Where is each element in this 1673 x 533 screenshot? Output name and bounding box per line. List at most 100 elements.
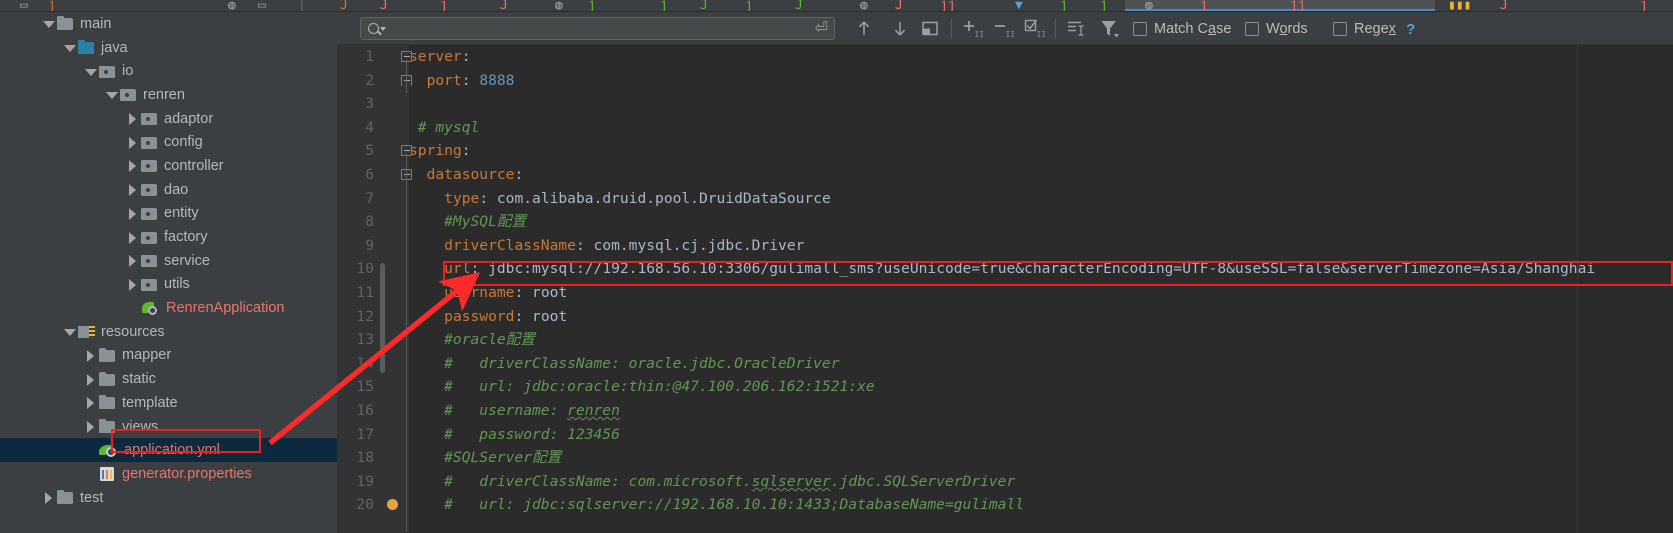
- next-occurrence-button[interactable]: [889, 18, 911, 39]
- code-token: password: [444, 307, 515, 325]
- code-line[interactable]: datasource:: [337, 163, 1673, 187]
- code-line[interactable]: # mysql: [337, 116, 1673, 140]
- regex-checkbox[interactable]: Regex: [1333, 21, 1396, 37]
- code-token: :: [575, 236, 594, 254]
- code-line[interactable]: # username: renren: [337, 399, 1673, 423]
- tree-item-mapper[interactable]: mapper: [0, 344, 337, 368]
- chevron-right-icon[interactable]: [126, 231, 139, 244]
- tree-item-config[interactable]: config: [0, 130, 337, 154]
- code-token: :: [461, 142, 471, 160]
- tree-item-controller[interactable]: controller: [0, 154, 337, 178]
- tree-item-label: controller: [164, 157, 224, 174]
- code-line[interactable]: # driverClassName: com.microsoft.sqlserv…: [337, 470, 1673, 494]
- tree-item-java[interactable]: java: [0, 36, 337, 60]
- tree-item-template[interactable]: template: [0, 391, 337, 415]
- code-token: url: [444, 260, 471, 278]
- chevron-right-icon[interactable]: [126, 254, 139, 268]
- code-line[interactable]: type: com.alibaba.druid.pool.DruidDataSo…: [337, 187, 1673, 211]
- tree-item-factory[interactable]: factory: [0, 225, 337, 249]
- tab-fragment: J: [895, 0, 903, 11]
- code-line[interactable]: [337, 92, 1673, 116]
- folder-icon: [57, 16, 74, 31]
- code-line[interactable]: port: 8888: [337, 69, 1673, 93]
- code-token: # url: jdbc:sqlserver://192.168.10.10:14…: [409, 496, 1025, 514]
- chevron-down-icon[interactable]: [42, 17, 55, 30]
- chevron-right-icon[interactable]: [84, 420, 97, 434]
- chevron-down-icon[interactable]: [84, 65, 97, 78]
- code-line[interactable]: password: root: [337, 305, 1673, 329]
- tree-item-views[interactable]: views: [0, 415, 337, 439]
- code-token: :: [514, 307, 533, 325]
- code-line[interactable]: #oracle配置: [337, 328, 1673, 352]
- tree-item-io[interactable]: io: [0, 59, 337, 83]
- toolbar-separator: [951, 19, 952, 38]
- tree-item-utils[interactable]: utils: [0, 273, 337, 297]
- code-line[interactable]: url: jdbc:mysql://192.168.56.10:3306/gul…: [337, 257, 1673, 281]
- chevron-down-icon[interactable]: [105, 88, 118, 101]
- code-line[interactable]: server:: [337, 45, 1673, 69]
- chevron-right-icon[interactable]: [126, 278, 139, 291]
- code-line-text: driverClassName: com.mysql.cj.jdbc.Drive…: [409, 234, 804, 258]
- tree-item-renrenapplication[interactable]: RenrenApplication: [0, 296, 337, 320]
- find-search-field[interactable]: ⏎: [360, 17, 835, 40]
- checkbox-box[interactable]: [1333, 22, 1347, 36]
- code-line[interactable]: driverClassName: com.mysql.cj.jdbc.Drive…: [337, 234, 1673, 258]
- checkbox-box[interactable]: [1245, 22, 1259, 36]
- tree-item-application-yml[interactable]: application.yml: [0, 438, 337, 463]
- tree-item-static[interactable]: static: [0, 367, 337, 391]
- enter-icon[interactable]: ⏎: [815, 21, 828, 37]
- chevron-right-icon[interactable]: [126, 159, 139, 173]
- chevron-right-icon[interactable]: [126, 112, 139, 126]
- code-content[interactable]: 1 server: 2 port: 8888 3 4 # mysql 5 spring: 6 …: [337, 45, 1673, 533]
- find-toolbar: ⏎ II II II Match Case Words Regex ?: [337, 12, 1673, 45]
- code-line[interactable]: # url: jdbc:oracle:thin:@47.100.206.162:…: [337, 375, 1673, 399]
- code-line[interactable]: #MySQL配置: [337, 210, 1673, 234]
- code-line[interactable]: username: root: [337, 281, 1673, 305]
- tree-item-renren[interactable]: renren: [0, 83, 337, 107]
- code-line[interactable]: #SQLServer配置: [337, 446, 1673, 470]
- tree-item-service[interactable]: service: [0, 249, 337, 273]
- code-line-text: # driverClassName: oracle.jdbc.OracleDri…: [409, 352, 839, 376]
- chevron-right-icon[interactable]: [126, 183, 139, 197]
- folder-icon: [99, 371, 116, 387]
- chevron-right-icon[interactable]: [84, 349, 97, 362]
- code-line[interactable]: spring:: [337, 139, 1673, 163]
- tree-item-resources[interactable]: resources: [0, 320, 337, 344]
- code-line[interactable]: # password: 123456: [337, 423, 1673, 447]
- tree-item-entity[interactable]: entity: [0, 202, 337, 226]
- code-line[interactable]: # driverClassName: oracle.jdbc.OracleDri…: [337, 352, 1673, 376]
- select-all-occurrences-button[interactable]: [919, 18, 941, 39]
- tree-item-test[interactable]: test: [0, 486, 337, 510]
- add-line-button[interactable]: II: [961, 18, 983, 39]
- code-line[interactable]: # url: jdbc:sqlserver://192.168.10.10:14…: [337, 493, 1673, 517]
- chevron-right-icon[interactable]: [84, 396, 97, 410]
- project-tool-window[interactable]: main java io renren adaptor config controller d…: [0, 12, 337, 533]
- tree-item-dao[interactable]: dao: [0, 178, 337, 202]
- chevron-right-icon[interactable]: [42, 491, 55, 505]
- chevron-down-icon[interactable]: [63, 325, 76, 338]
- tree-item-main[interactable]: main: [0, 12, 337, 36]
- code-line-text: url: jdbc:mysql://192.168.56.10:3306/gul…: [409, 257, 1595, 281]
- checkbox-box[interactable]: [1133, 22, 1147, 36]
- remove-line-button[interactable]: II: [992, 18, 1014, 39]
- editor-tab-strip[interactable]: ▭ j ◍ ▭ | J J j J ◍ j j J j J ◍ J jj ▼ j…: [0, 0, 1673, 11]
- chevron-right-icon[interactable]: [126, 207, 139, 220]
- search-input[interactable]: [391, 21, 791, 37]
- filter-lines-button[interactable]: [1065, 18, 1087, 39]
- chevron-right-icon[interactable]: [126, 136, 139, 149]
- chevron-right-icon[interactable]: [84, 373, 97, 386]
- prev-occurrence-button[interactable]: [853, 18, 875, 39]
- tab-fragment: J: [380, 0, 388, 11]
- words-checkbox[interactable]: Words: [1245, 21, 1308, 37]
- chevron-down-icon[interactable]: [63, 41, 76, 54]
- code-token: sqlserver: [751, 472, 831, 490]
- tree-item-adaptor[interactable]: adaptor: [0, 107, 337, 131]
- match-case-checkbox[interactable]: Match Case: [1133, 21, 1231, 37]
- tree-item-generator-properties[interactable]: generator.properties: [0, 462, 337, 486]
- regex-help-icon[interactable]: ?: [1406, 21, 1415, 38]
- filter-funnel-button[interactable]: [1099, 18, 1121, 39]
- tree-item-label: renren: [143, 86, 185, 103]
- toggle-selection-button[interactable]: II: [1023, 18, 1045, 39]
